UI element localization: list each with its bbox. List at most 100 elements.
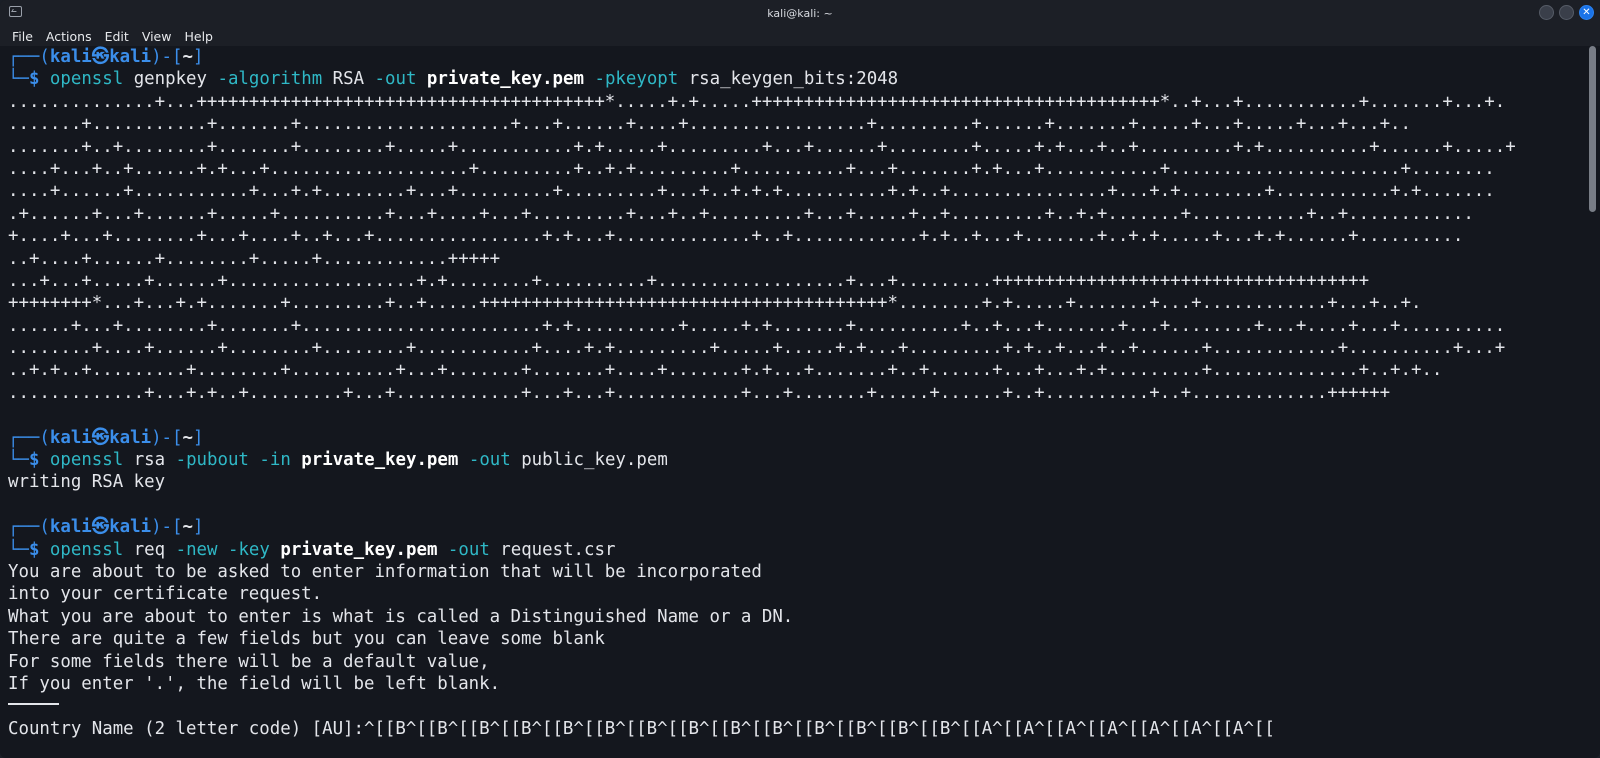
command-token: req [133, 539, 166, 560]
output-text: ....+...+..+......+.+...+...............… [8, 158, 1495, 179]
command-token: RSA [322, 69, 375, 90]
command-token [207, 69, 217, 89]
command-token [165, 540, 175, 560]
output-text: into your certificate request. [8, 584, 323, 605]
prompt-bracket: ] [192, 47, 204, 67]
prompt-dollar: $ [28, 450, 40, 471]
command-token [249, 450, 259, 470]
prompt-bracket: ] [192, 427, 204, 448]
output-line: ++++++++*...+...+.+.......+.........+..+… [8, 292, 1578, 314]
command-token: -out [468, 450, 511, 471]
minimize-button[interactable] [1539, 5, 1554, 20]
prompt-bracket: ┌──( [8, 47, 50, 67]
command-token [165, 450, 175, 470]
output-text: +....+...+........+...+....+..+...+.....… [8, 226, 1464, 247]
command-token: -out [447, 539, 490, 560]
output-line: There are quite a few fields but you can… [8, 628, 1578, 650]
title-bar[interactable]: kali@kali: ~ ✕ [0, 0, 1600, 26]
output-text: .+......+...+......+.....+..........+...… [8, 203, 1474, 224]
output-text: Country Name (2 letter code) [AU]:^[[B^[… [8, 718, 1275, 739]
command-token [123, 450, 133, 470]
prompt-host: kali [109, 47, 152, 67]
command-token: private_key.pem [301, 450, 459, 471]
close-button[interactable]: ✕ [1579, 5, 1594, 20]
output-text: ..+.+..+.........+........+..........+..… [8, 360, 1443, 381]
output-line: ..............+...++++++++++++++++++++++… [8, 91, 1578, 113]
output-text: ..+....+......+........+.....+..........… [8, 248, 501, 269]
command-token [291, 450, 301, 470]
terminal-icon [9, 6, 22, 17]
output-line: .............+...+.+..+.........+...+...… [8, 382, 1578, 404]
command-token: rsa [133, 450, 166, 471]
scrollbar[interactable] [1589, 46, 1596, 750]
output-text: .......+..+........+.......+........+...… [8, 136, 1516, 157]
command-token [123, 540, 133, 560]
prompt-user: kali [49, 517, 92, 538]
output-text: ++++++++*...+...+.+.......+.........+..+… [8, 293, 1422, 314]
command-token: -pkeyopt [594, 69, 679, 90]
command-token [123, 69, 133, 89]
output-line: ...+...+.....+......+..................+… [8, 270, 1578, 292]
output-text: .......+...........+.......+............… [8, 114, 1411, 135]
command-token: private_key.pem [426, 69, 584, 90]
output-text: writing RSA key [8, 472, 166, 493]
kali-dragon-icon: ㉿ [91, 517, 110, 538]
prompt-dollar: $ [28, 69, 40, 90]
prompt-corner: └─ [8, 69, 29, 90]
output-line: ....+......+...........+...+.+........+.… [8, 180, 1578, 202]
command-token [437, 540, 447, 560]
window-title: kali@kali: ~ [767, 6, 833, 20]
maximize-button[interactable] [1559, 5, 1574, 20]
separator [8, 703, 59, 706]
command-token: openssl [49, 539, 124, 560]
prompt-line: ┌──(kali㉿kali)-[~] [8, 516, 1578, 538]
prompt-dir: ~ [182, 517, 193, 538]
command-token: private_key.pem [280, 539, 438, 560]
prompt-dir: ~ [182, 427, 193, 448]
output-text: You are about to be asked to enter infor… [8, 561, 762, 582]
output-line: ......+...+........+.......+............… [8, 315, 1578, 337]
output-line: If you enter '.', the field will be left… [8, 673, 1578, 695]
prompt-user: kali [49, 427, 92, 448]
menu-help[interactable]: Help [184, 29, 213, 44]
command-line: └─$ openssl genpkey -algorithm RSA -out … [8, 68, 1578, 90]
command-token: -key [227, 539, 270, 560]
separator-line [8, 695, 1578, 717]
menu-edit[interactable]: Edit [105, 29, 129, 44]
output-line: ....+...+..+......+.+...+...............… [8, 158, 1578, 180]
output-text: If you enter '.', the field will be left… [8, 673, 501, 694]
output-line: ........+....+......+........+........+.… [8, 337, 1578, 359]
terminal-output[interactable]: ┌──(kali㉿kali)-[~] └─$ openssl genpkey -a… [8, 46, 1578, 758]
command-token: genpkey [133, 69, 207, 90]
command-token: request.csr [489, 539, 616, 560]
prompt-bracket: )-[ [151, 47, 183, 67]
command-token: public_key.pem [510, 450, 668, 471]
command-token [270, 540, 280, 560]
terminal-window: kali@kali: ~ ✕ File Actions Edit View He… [0, 0, 1600, 758]
prompt-bracket: )-[ [151, 517, 183, 538]
command-token: -new [175, 539, 218, 560]
output-text: ......+...+........+.......+............… [8, 315, 1506, 336]
menu-actions[interactable]: Actions [46, 29, 92, 44]
menu-bar: File Actions Edit View Help [0, 26, 1600, 46]
prompt-dir: ~ [182, 47, 193, 67]
prompt-user: kali [49, 47, 92, 67]
output-line: writing RSA key [8, 471, 1578, 493]
menu-file[interactable]: File [12, 29, 33, 44]
prompt-bracket: ] [192, 517, 204, 538]
menu-view[interactable]: View [142, 29, 172, 44]
prompt-bracket: ┌──( [8, 427, 50, 448]
command-token: -in [259, 450, 291, 471]
command-line: └─$ openssl rsa -pubout -in private_key.… [8, 449, 1578, 471]
scrollbar-thumb[interactable] [1589, 46, 1596, 212]
output-text: For some fields there will be a default … [8, 651, 490, 672]
command-token: -pubout [175, 450, 249, 471]
output-line: You are about to be asked to enter infor… [8, 561, 1578, 583]
prompt-line: ┌──(kali㉿kali)-[~] [8, 46, 1578, 68]
output-line: What you are about to enter is what is c… [8, 606, 1578, 628]
output-line: +....+...+........+...+....+..+...+.....… [8, 225, 1578, 247]
